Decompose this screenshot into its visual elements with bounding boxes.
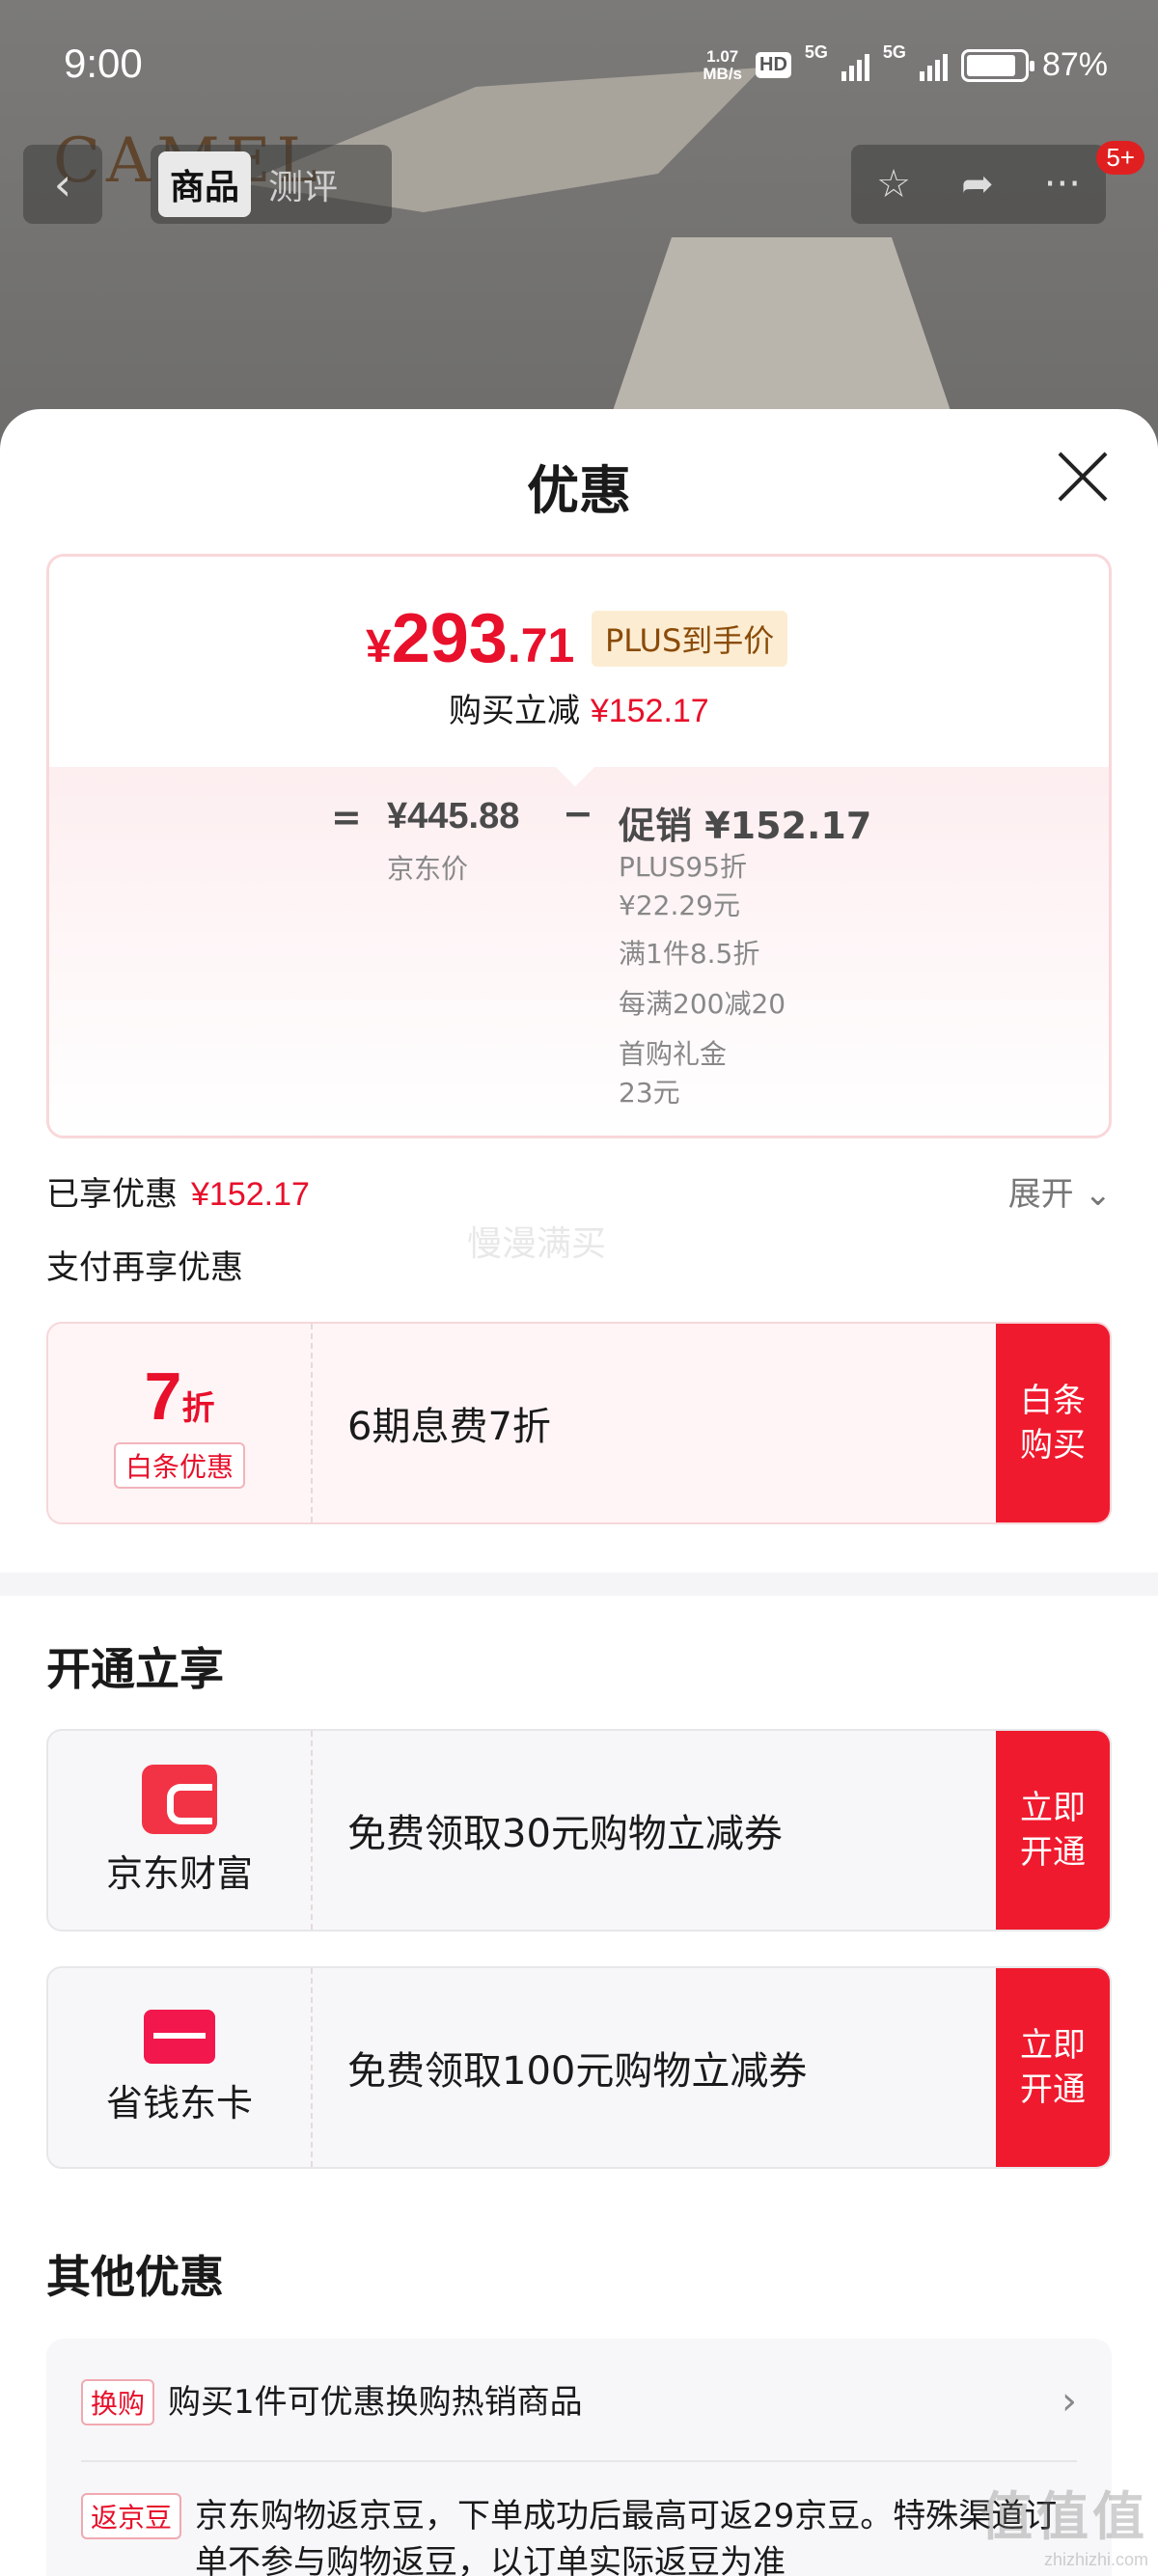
offer-name: 省钱东卡 xyxy=(105,2081,253,2124)
saving-card-offer-card[interactable]: 省钱东卡 免费领取100元购物立减券 立即 开通 xyxy=(46,1966,1112,2169)
list-item-jingdou: 返京豆 京东购物返京豆，下单成功后最高可返29京豆。特殊渠道订单不参与购物返豆，… xyxy=(81,2493,1077,2576)
jd-wealth-offer-card[interactable]: 京东财富 免费领取30元购物立减券 立即 开通 xyxy=(46,1729,1112,1932)
price-formula-area: = ¥445.88 京东价 − 促销 ¥152.17 PLUS95折 ¥22.2… xyxy=(49,767,1109,1136)
share-icon[interactable]: ➦ xyxy=(961,162,994,206)
offer-tag: 换购 xyxy=(81,2379,155,2425)
other-section-title: 其他优惠 xyxy=(46,2251,224,2303)
status-bar: 9:00 1.07 MB/s HD 5G 5G 87% xyxy=(0,0,1158,135)
network-type: 5G xyxy=(804,42,828,62)
list-item-exchange[interactable]: 换购 购买1件可优惠换购热销商品 › xyxy=(81,2379,1077,2425)
pay-more-label: 支付再享优惠 xyxy=(46,1248,243,1287)
offer-desc: 免费领取30元购物立减券 xyxy=(347,1812,783,1856)
row-divider xyxy=(81,2460,1077,2462)
offer-tag: 返京豆 xyxy=(81,2493,182,2539)
card-icon xyxy=(144,2009,215,2064)
discount-sheet: 优惠 ¥293.71 PLUS到手价 购买立减 ¥152.17 = ¥445.8… xyxy=(0,409,1158,2576)
price-breakdown-card: ¥293.71 PLUS到手价 购买立减 ¥152.17 = ¥445.88 京… xyxy=(46,554,1112,1138)
baitiao-offer-card[interactable]: 7折 白条优惠 6期息费7折 白条 购买 xyxy=(46,1322,1112,1524)
promo-item: 满1件8.5折 xyxy=(619,938,760,970)
other-offers-box: 换购 购买1件可优惠换购热销商品 › 返京豆 京东购物返京豆，下单成功后最高可返… xyxy=(46,2339,1112,2576)
tab-product[interactable]: 商品 xyxy=(158,151,252,217)
plus-price-tag: PLUS到手价 xyxy=(592,611,788,667)
signal-icon xyxy=(841,50,869,81)
star-icon[interactable]: ☆ xyxy=(876,162,911,206)
baitiao-buy-button[interactable]: 白条 购买 xyxy=(996,1324,1110,1522)
back-arrow-icon: ‹ xyxy=(53,158,72,210)
promo-item: ¥22.29元 xyxy=(619,890,740,921)
minus-sign: − xyxy=(563,792,593,835)
jd-price-label: 京东价 xyxy=(387,853,469,885)
corner-watermark: 值值值 zhizhizhi.com xyxy=(980,2488,1148,2569)
open-now-button[interactable]: 立即 开通 xyxy=(996,1968,1110,2167)
promo-item: PLUS95折 xyxy=(619,851,747,883)
battery-fill xyxy=(966,54,1016,76)
tab-review[interactable]: 测评 xyxy=(257,151,349,217)
close-icon[interactable] xyxy=(1056,450,1110,504)
network-type-2: 5G xyxy=(882,42,906,62)
nav-actions: ☆ ➦ ··· xyxy=(851,145,1106,224)
chevron-down-icon: ⌄ xyxy=(1084,1175,1113,1214)
promo-total: 促销 ¥152.17 xyxy=(619,805,872,847)
back-button[interactable]: ‹ xyxy=(23,145,102,224)
battery-percent: 87% xyxy=(1041,46,1108,83)
offer-name: 京东财富 xyxy=(105,1851,253,1895)
sheet-title: 优惠 xyxy=(527,460,631,521)
hd-voice-icon: HD xyxy=(756,52,791,78)
status-icons: 1.07 MB/s HD 5G 5G 87% xyxy=(703,42,1108,84)
promo-item: 首购礼金 xyxy=(619,1038,728,1070)
promo-item: 每满200减20 xyxy=(619,988,786,1020)
battery-icon xyxy=(960,48,1034,82)
offer-text: 购买1件可优惠换购热销商品 xyxy=(168,2383,583,2422)
baitiao-tag: 白条优惠 xyxy=(113,1442,245,1489)
wallet-icon xyxy=(142,1764,217,1834)
expand-button[interactable]: 展开 ⌄ xyxy=(1008,1167,1112,1215)
message-badge: 5+ xyxy=(1096,141,1144,175)
network-speed: 1.07 MB/s xyxy=(703,46,743,83)
baitiao-desc: 6期息费7折 xyxy=(347,1405,551,1449)
final-price-area: ¥293.71 PLUS到手价 购买立减 ¥152.17 xyxy=(49,557,1109,767)
product-nav-bar: ‹ 商品 测评 ☆ ➦ ··· 5+ xyxy=(0,141,1158,224)
jd-price: ¥445.88 xyxy=(387,796,520,836)
chevron-right-icon: › xyxy=(1062,2379,1077,2424)
final-price: ¥293.71 xyxy=(366,600,575,677)
open-now-button[interactable]: 立即 开通 xyxy=(996,1731,1110,1930)
open-section-title: 开通立享 xyxy=(46,1643,224,1695)
watermark-text: 慢漫满买 xyxy=(467,1224,607,1264)
equals-sign: = xyxy=(331,796,362,838)
instant-discount: 购买立减 ¥152.17 xyxy=(449,692,709,730)
product-tabs: 商品 测评 xyxy=(151,145,392,224)
enjoyed-discount: 已享优惠 ¥152.17 xyxy=(46,1175,310,1214)
signal-icon-2 xyxy=(919,50,948,81)
offer-desc: 免费领取100元购物立减券 xyxy=(347,2049,808,2094)
status-time: 9:00 xyxy=(64,41,143,86)
more-icon[interactable]: ··· xyxy=(1044,162,1081,206)
offer-text: 京东购物返京豆，下单成功后最高可返29京豆。特殊渠道订单不参与购物返豆，以订单实… xyxy=(195,2497,1058,2576)
baitiao-discount: 7折 白条优惠 xyxy=(48,1324,313,1522)
promo-item: 23元 xyxy=(619,1077,680,1109)
section-divider xyxy=(0,1573,1158,1596)
